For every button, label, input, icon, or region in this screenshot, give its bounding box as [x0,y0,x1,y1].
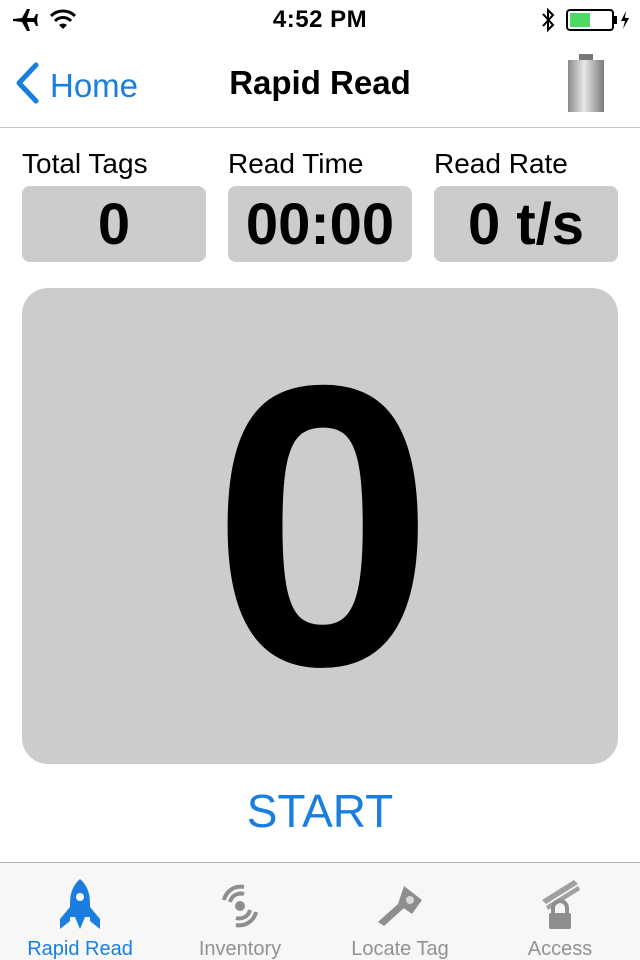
stat-total-tags: Total Tags 0 [22,148,206,262]
battery-status-icon [566,8,630,37]
status-right [540,7,630,38]
stat-label: Total Tags [22,148,148,179]
stat-value: 0 t/s [434,186,618,262]
tab-label: Inventory [198,938,282,960]
tab-label: Locate Tag [351,938,449,960]
nav-bar: Home Rapid Read [0,40,640,128]
rocket-icon [56,875,104,932]
stat-value: 00:00 [228,186,412,262]
tab-bar: Rapid Read Inventory Locate Tag Access [0,862,640,960]
tab-rapid-read[interactable]: Rapid Read [0,863,160,960]
page-title: Rapid Read [229,64,411,101]
tab-access[interactable]: Access [480,863,640,960]
tag-counter-value: 0 [211,302,434,749]
stat-read-time: Read Time 00:00 [228,148,412,262]
tab-label: Access [527,938,593,960]
tab-label: Rapid Read [27,938,133,960]
tab-locate-tag[interactable]: Locate Tag [320,863,480,960]
tag-counter-panel: 0 [22,288,618,764]
bluetooth-icon [540,7,556,38]
battery-icon [566,54,606,118]
lock-icon [536,875,584,932]
stats-row: Total Tags 0 Read Time 00:00 Read Rate 0… [22,148,618,262]
stat-read-rate: Read Rate 0 t/s [434,148,618,262]
stat-label: Read Rate [434,148,568,179]
tab-inventory[interactable]: Inventory [160,863,320,960]
reader-battery-button[interactable] [566,52,606,119]
flashlight-icon [374,875,426,932]
status-bar: 4:52 PM [0,0,640,40]
start-button[interactable]: START [0,784,640,838]
stat-label: Read Time [228,148,364,179]
stat-value: 0 [22,186,206,262]
signal-waves-icon [216,875,264,932]
